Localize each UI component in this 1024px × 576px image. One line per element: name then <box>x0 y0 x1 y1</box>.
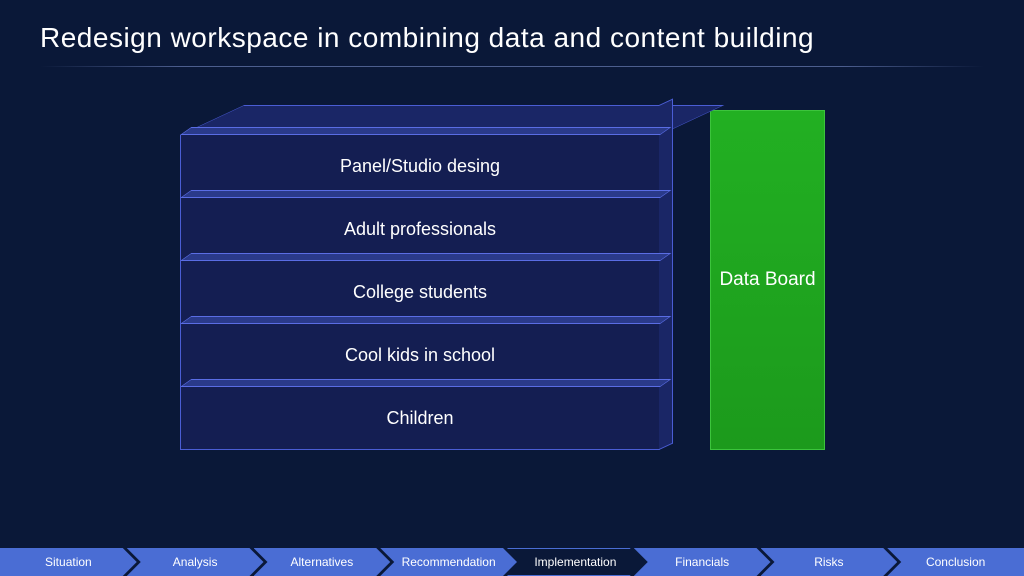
slide-content: Panel/Studio desing Adult professionals … <box>180 105 825 450</box>
layer-0: Panel/Studio desing <box>180 135 660 198</box>
layer-label: Panel/Studio desing <box>180 135 660 198</box>
layer-2: College students <box>180 261 660 324</box>
layer-4: Children <box>180 387 660 450</box>
title-underline <box>40 66 984 67</box>
stack-side-face <box>659 98 673 450</box>
layer-label: Cool kids in school <box>180 324 660 387</box>
layer-1: Adult professionals <box>180 198 660 261</box>
data-board-label: Data Board <box>719 268 815 293</box>
layer-label: College students <box>180 261 660 324</box>
layer-shelf <box>180 316 671 324</box>
layer-3: Cool kids in school <box>180 324 660 387</box>
layer-shelf <box>180 253 671 261</box>
layer-label: Adult professionals <box>180 198 660 261</box>
layer-shelf <box>180 190 671 198</box>
crumb-financials[interactable]: Financials <box>634 548 771 576</box>
crumb-conclusion[interactable]: Conclusion <box>887 548 1024 576</box>
crumb-recommendation[interactable]: Recommendation <box>380 548 517 576</box>
data-board-box: Data Board <box>710 110 825 450</box>
crumb-situation[interactable]: Situation <box>0 548 137 576</box>
layer-shelf <box>180 127 671 135</box>
layer-stack: Panel/Studio desing Adult professionals … <box>180 105 660 450</box>
layer-shelf <box>180 379 671 387</box>
progress-breadcrumb: Situation Analysis Alternatives Recommen… <box>0 548 1024 576</box>
crumb-alternatives[interactable]: Alternatives <box>254 548 391 576</box>
crumb-implementation[interactable]: Implementation <box>507 548 644 576</box>
layer-label: Children <box>180 387 660 450</box>
crumb-analysis[interactable]: Analysis <box>127 548 264 576</box>
slide-title: Redesign workspace in combining data and… <box>0 0 1024 66</box>
crumb-risks[interactable]: Risks <box>761 548 898 576</box>
